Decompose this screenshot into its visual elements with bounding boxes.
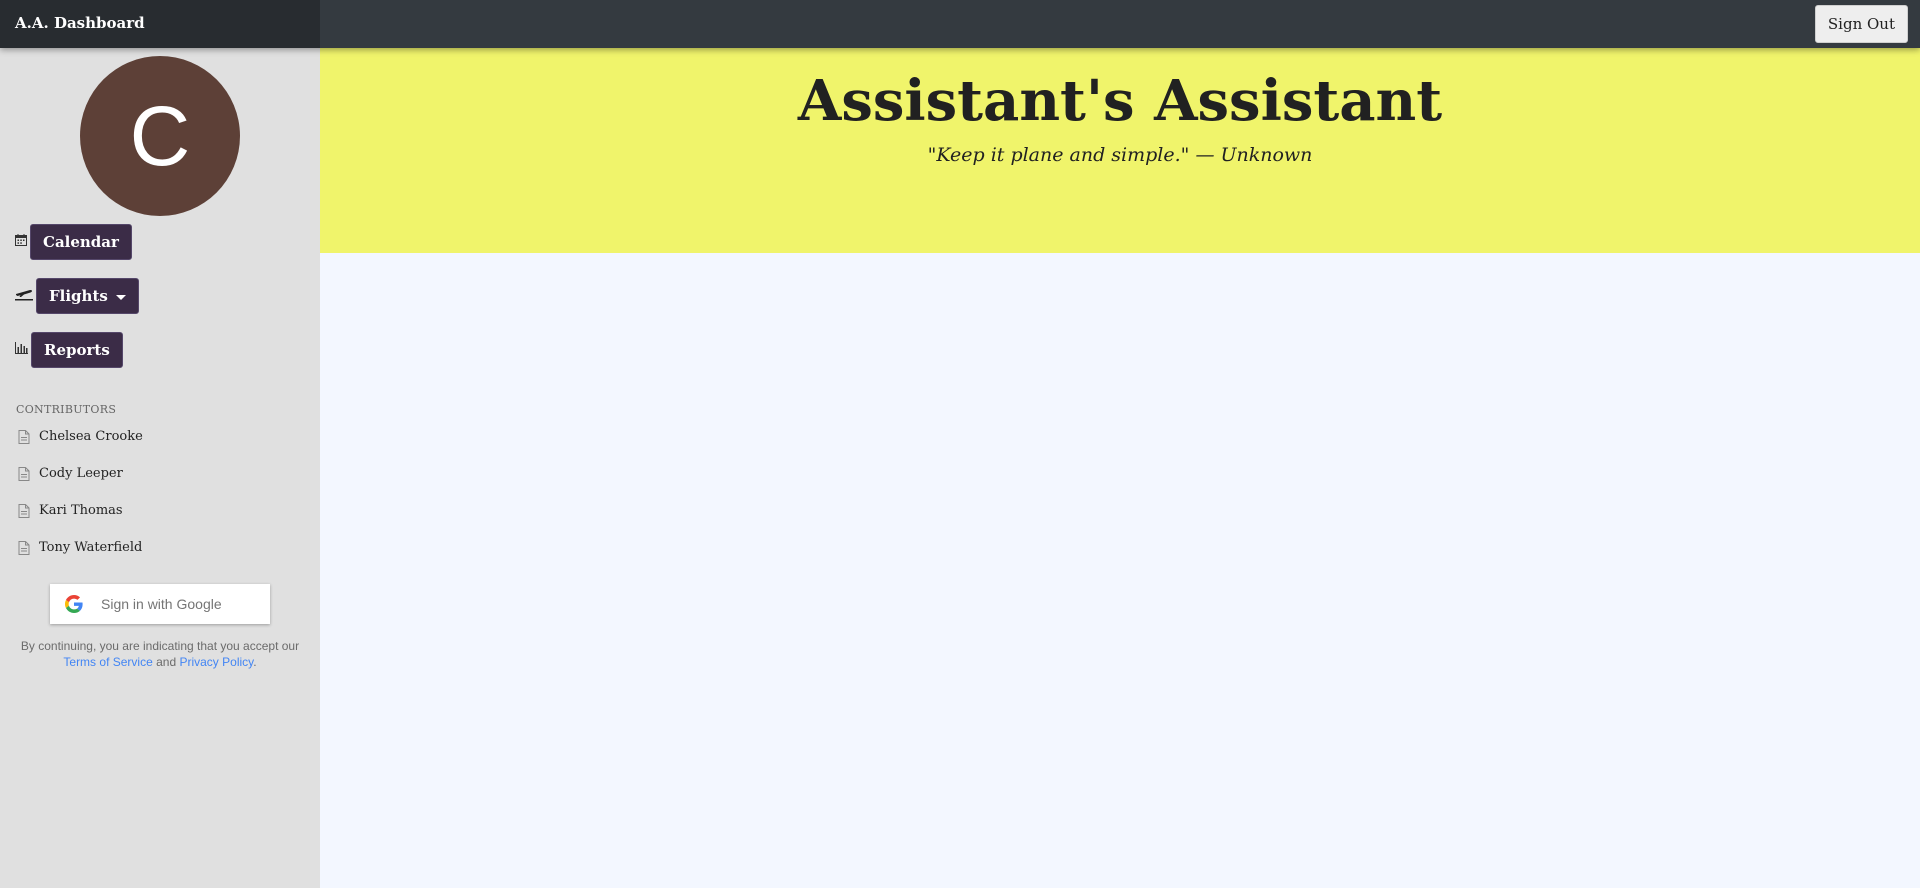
sidebar: C Calendar Flights Reports CONTRIBUTORS … bbox=[0, 48, 320, 888]
contributor-name: Kari Thomas bbox=[39, 503, 123, 518]
brand-title[interactable]: A.A. Dashboard bbox=[0, 0, 320, 48]
nav-calendar: Calendar bbox=[15, 224, 132, 260]
document-icon bbox=[18, 503, 30, 518]
google-logo-icon bbox=[65, 595, 83, 613]
nav-reports: Reports bbox=[15, 332, 123, 368]
calendar-icon bbox=[15, 234, 27, 250]
contributors-heading: CONTRIBUTORS bbox=[16, 403, 117, 416]
contributor-name: Chelsea Crooke bbox=[39, 429, 143, 444]
avatar[interactable]: C bbox=[80, 56, 240, 216]
legal-notice: By continuing, you are indicating that y… bbox=[20, 638, 300, 670]
document-icon bbox=[18, 429, 30, 444]
flights-dropdown-button[interactable]: Flights bbox=[36, 278, 139, 314]
legal-suffix: . bbox=[253, 655, 257, 669]
plane-icon bbox=[15, 287, 33, 305]
legal-and: and bbox=[156, 655, 177, 669]
sign-out-button[interactable]: Sign Out bbox=[1814, 5, 1908, 43]
google-signin-button[interactable]: Sign in with Google bbox=[50, 584, 270, 624]
contributor-item[interactable]: Kari Thomas bbox=[18, 503, 123, 518]
document-icon bbox=[18, 466, 30, 481]
contributor-name: Tony Waterfield bbox=[39, 540, 143, 555]
hero-quote: "Keep it plane and simple." — Unknown bbox=[927, 144, 1313, 166]
contributor-item[interactable]: Cody Leeper bbox=[18, 466, 123, 481]
top-navbar: A.A. Dashboard Sign Out bbox=[0, 0, 1920, 48]
caret-down-icon bbox=[115, 294, 126, 300]
privacy-link[interactable]: Privacy Policy bbox=[179, 655, 253, 669]
page-title: Assistant's Assistant bbox=[797, 68, 1443, 134]
reports-button[interactable]: Reports bbox=[31, 332, 123, 368]
flights-label: Flights bbox=[49, 287, 108, 305]
nav-flights: Flights bbox=[15, 278, 139, 314]
chart-icon bbox=[15, 342, 28, 358]
document-icon bbox=[18, 540, 30, 555]
terms-link[interactable]: Terms of Service bbox=[63, 655, 152, 669]
hero-banner: Assistant's Assistant "Keep it plane and… bbox=[320, 48, 1920, 253]
main-content-area bbox=[320, 253, 1920, 888]
legal-prefix: By continuing, you are indicating that y… bbox=[20, 639, 300, 653]
contributor-item[interactable]: Tony Waterfield bbox=[18, 540, 142, 555]
contributor-item[interactable]: Chelsea Crooke bbox=[18, 429, 143, 444]
contributor-name: Cody Leeper bbox=[39, 466, 123, 481]
calendar-button[interactable]: Calendar bbox=[30, 224, 132, 260]
google-signin-label: Sign in with Google bbox=[101, 596, 222, 612]
